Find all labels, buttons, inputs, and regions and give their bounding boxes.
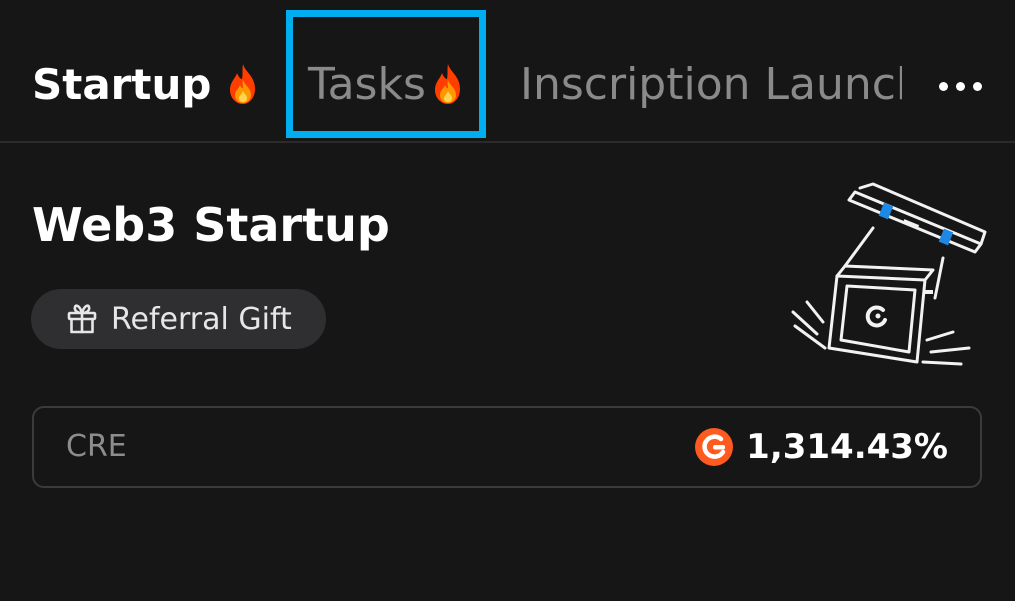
tab-inscription-launch[interactable]: Inscription Launch xyxy=(520,52,902,116)
fire-icon xyxy=(230,64,256,104)
tab-tasks[interactable]: Tasks xyxy=(308,52,466,116)
more-dot xyxy=(972,81,982,91)
tab-inscription-label: Inscription Launch xyxy=(520,58,902,110)
fire-icon xyxy=(434,64,460,104)
tab-startup[interactable]: Startup xyxy=(32,52,261,116)
page-title: Web3 Startup xyxy=(32,198,390,252)
referral-gift-button[interactable]: Referral Gift xyxy=(31,289,326,349)
cre-token-icon xyxy=(695,428,734,466)
screen: Startup Tasks Inscription Launch Web3 St… xyxy=(0,0,1015,601)
tab-startup-label: Startup xyxy=(32,59,212,109)
tab-tasks-label: Tasks xyxy=(308,58,426,110)
gift-icon xyxy=(67,304,97,334)
tab-divider xyxy=(0,141,1015,143)
referral-gift-label: Referral Gift xyxy=(111,301,292,337)
token-value-group: 1,314.43% xyxy=(694,408,948,486)
more-button[interactable] xyxy=(930,66,990,106)
token-name: CRE xyxy=(66,429,127,464)
token-value: 1,314.43% xyxy=(746,427,948,467)
more-dot xyxy=(938,81,948,91)
falling-box-illustration xyxy=(791,182,987,366)
tab-bar: Startup Tasks Inscription Launch xyxy=(0,0,1015,141)
token-row[interactable]: CRE 1,314.43% xyxy=(32,406,982,488)
more-dot xyxy=(955,81,965,91)
